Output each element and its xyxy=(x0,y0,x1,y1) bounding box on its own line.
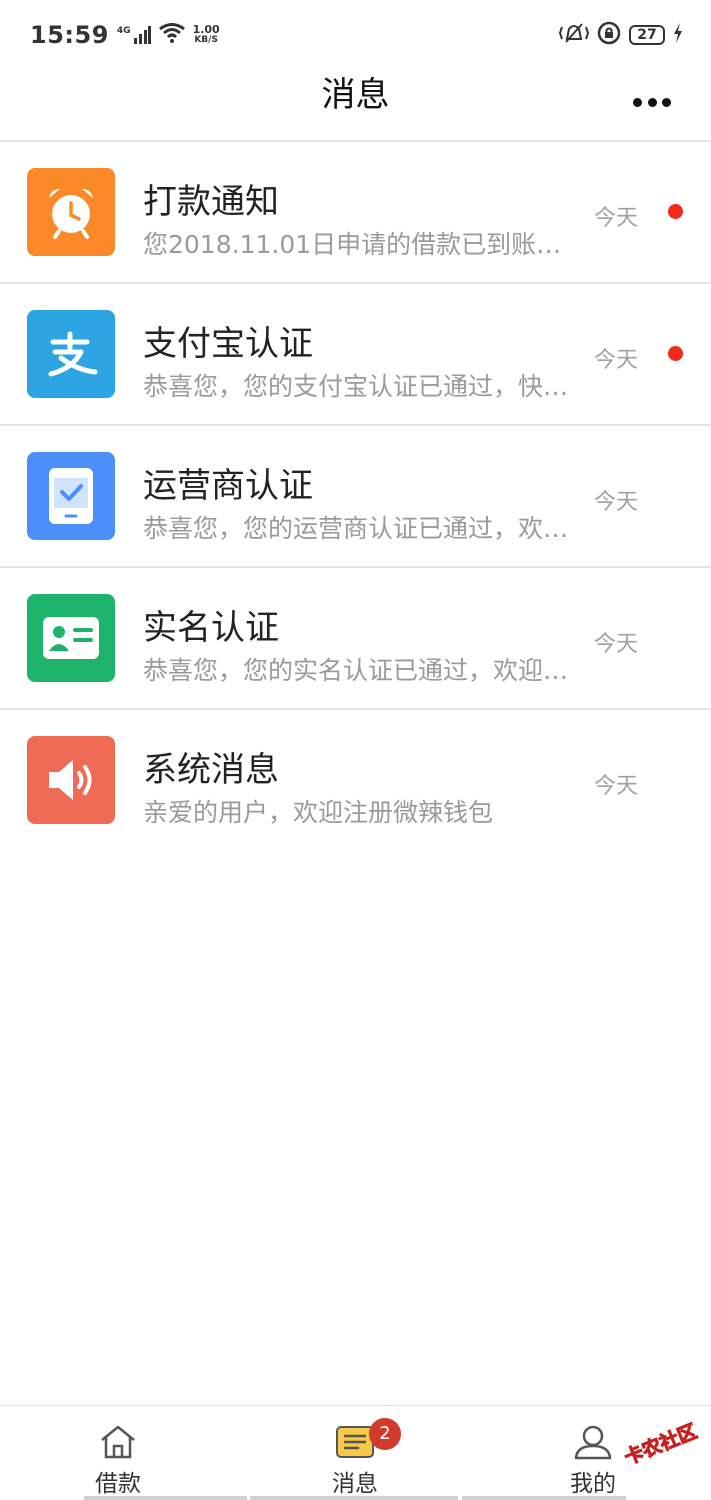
message-time: 今天 xyxy=(594,206,639,231)
message-preview: 恭喜您，您的实名认证已通过，欢迎使用 xyxy=(143,656,575,685)
charging-icon xyxy=(673,23,683,47)
speaker-icon xyxy=(27,736,115,824)
watermark-text: 卡农社区 xyxy=(621,1419,701,1469)
message-preview: 您2018.11.01日申请的借款已到账请注意查收 xyxy=(143,230,575,259)
unread-dot xyxy=(668,204,683,219)
message-title: 打款通知 xyxy=(143,182,279,222)
message-item-payment-notice[interactable]: 打款通知 您2018.11.01日申请的借款已到账请注意查收 今天 xyxy=(0,142,711,284)
more-dot xyxy=(647,97,657,107)
lock-rotation-icon xyxy=(597,21,621,49)
message-preview: 恭喜您，您的支付宝认证已通过，快去借款吧 xyxy=(143,372,575,401)
home-indicator xyxy=(84,1496,247,1500)
message-item-realname-auth[interactable]: 实名认证 恭喜您，您的实名认证已通过，欢迎使用 今天 xyxy=(0,568,711,710)
network-type: 4G xyxy=(116,26,131,36)
message-title: 系统消息 xyxy=(143,750,279,790)
home-indicator xyxy=(250,1496,458,1500)
message-time: 今天 xyxy=(594,348,639,373)
message-time: 今天 xyxy=(594,490,639,515)
tab-messages[interactable]: 2 消息 xyxy=(285,1406,425,1498)
battery-indicator: 27 xyxy=(629,25,665,45)
message-title: 运营商认证 xyxy=(143,466,313,506)
more-dot xyxy=(633,97,642,107)
more-options-button[interactable] xyxy=(627,90,677,114)
message-item-system[interactable]: 系统消息 亲爱的用户，欢迎注册微辣钱包 今天 xyxy=(0,710,711,852)
speed-unit: KB/S xyxy=(194,35,218,45)
message-preview: 恭喜您，您的运营商认证已通过，欢迎使用 xyxy=(143,514,575,543)
alarm-clock-icon xyxy=(27,168,115,256)
message-list: 打款通知 您2018.11.01日申请的借款已到账请注意查收 今天 支付宝认证 … xyxy=(0,142,711,852)
page-title: 消息 xyxy=(321,75,390,115)
tab-loan[interactable]: 借款 xyxy=(48,1406,188,1498)
home-icon xyxy=(98,1424,138,1460)
phone-check-icon xyxy=(27,452,115,540)
alipay-icon xyxy=(27,310,115,398)
more-dot xyxy=(662,97,671,107)
message-title: 支付宝认证 xyxy=(143,324,313,364)
unread-count-badge: 2 xyxy=(369,1418,401,1450)
signal-icon: 4G xyxy=(117,26,151,44)
message-preview: 亲爱的用户，欢迎注册微辣钱包 xyxy=(143,798,494,827)
id-card-icon xyxy=(27,594,115,682)
message-item-carrier-auth[interactable]: 运营商认证 恭喜您，您的运营商认证已通过，欢迎使用 今天 xyxy=(0,426,711,568)
navigation-bar: 消息 xyxy=(0,70,711,142)
status-bar: 15:59 4G 1.00 KB/S 27 xyxy=(0,0,711,70)
tab-label: 消息 xyxy=(332,1471,378,1497)
network-speed: 1.00 KB/S xyxy=(193,24,220,46)
message-item-alipay-auth[interactable]: 支付宝认证 恭喜您，您的支付宝认证已通过，快去借款吧 今天 xyxy=(0,284,711,426)
status-time: 15:59 xyxy=(30,21,109,49)
tab-label: 借款 xyxy=(95,1471,141,1497)
vibrate-icon xyxy=(558,21,590,49)
home-indicator xyxy=(462,1496,626,1500)
wifi-icon xyxy=(158,23,185,47)
speed-value: 1.00 xyxy=(192,23,220,36)
message-time: 今天 xyxy=(594,632,639,657)
message-time: 今天 xyxy=(594,774,639,799)
message-title: 实名认证 xyxy=(143,608,279,648)
unread-dot xyxy=(668,346,683,361)
